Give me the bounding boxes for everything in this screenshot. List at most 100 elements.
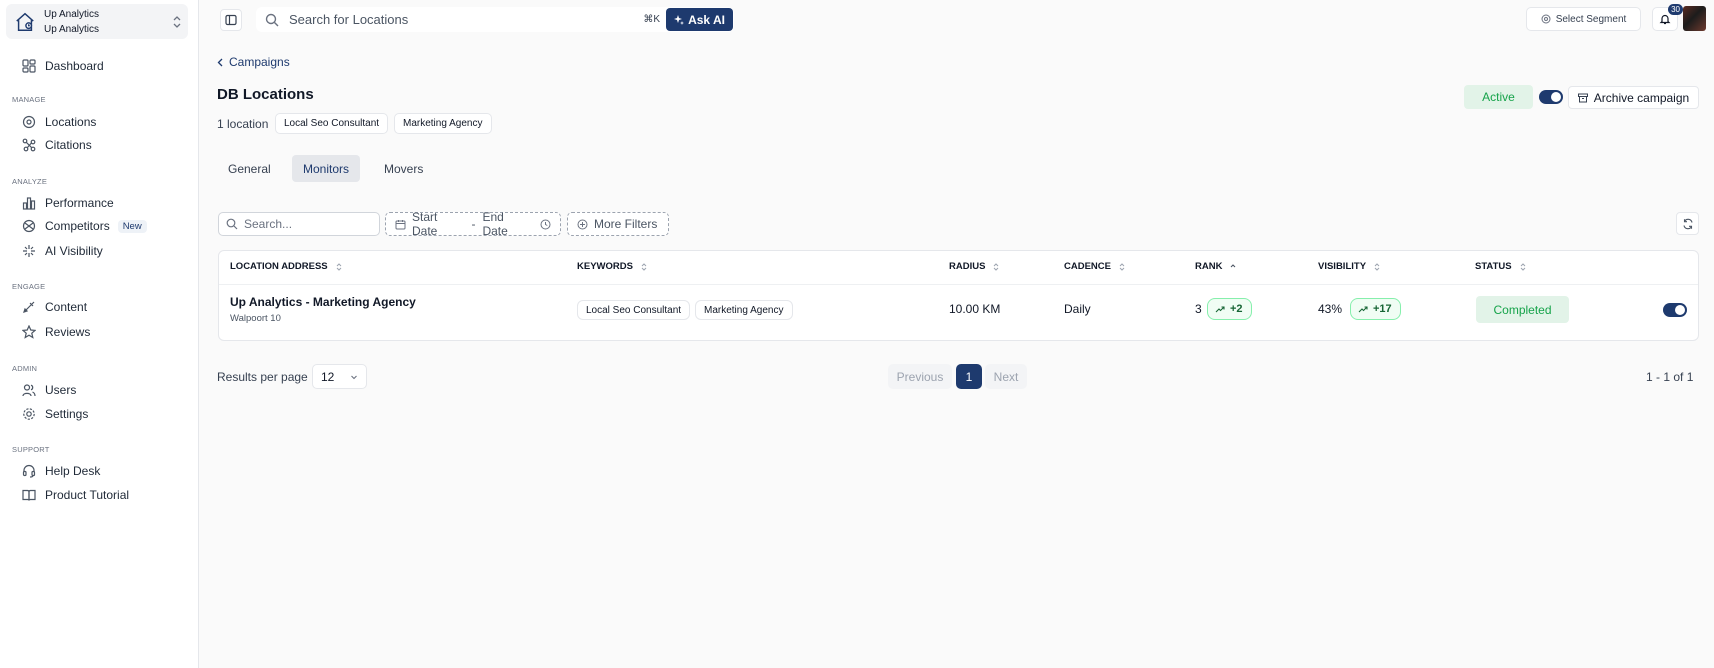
sidebar-item-reviews[interactable]: Reviews xyxy=(22,322,90,342)
tab-movers[interactable]: Movers xyxy=(373,155,434,182)
sidebar-item-settings[interactable]: Settings xyxy=(22,404,88,424)
column-header-status[interactable]: STATUS xyxy=(1475,261,1527,272)
end-date-label: End Date xyxy=(482,210,508,238)
archive-campaign-button[interactable]: Archive campaign xyxy=(1568,86,1699,109)
date-range-filter[interactable]: Start Date - End Date xyxy=(385,210,561,238)
sidebar-toggle-button[interactable] xyxy=(220,9,242,31)
section-support: SUPPORT xyxy=(12,445,50,454)
trending-up-icon xyxy=(1358,304,1368,314)
home-icon xyxy=(14,11,36,33)
sidebar-item-product-tutorial[interactable]: Product Tutorial xyxy=(22,485,129,505)
sort-icon xyxy=(1118,262,1126,272)
plus-circle-icon xyxy=(577,219,588,230)
select-segment-label: Select Segment xyxy=(1555,13,1627,25)
keyword-chip: Marketing Agency xyxy=(394,113,492,134)
sidebar-item-locations[interactable]: Locations xyxy=(22,112,96,132)
sidebar-item-ai-visibility[interactable]: AI Visibility xyxy=(22,241,103,261)
sort-icon xyxy=(992,262,1000,272)
per-page-value: 12 xyxy=(321,369,335,384)
sidebar-item-dashboard[interactable]: Dashboard xyxy=(22,56,104,76)
column-header-cadence[interactable]: CADENCE xyxy=(1064,261,1126,272)
avatar[interactable] xyxy=(1683,6,1706,31)
sidebar-item-label: Help Desk xyxy=(45,464,101,478)
page-button[interactable]: 1 xyxy=(956,364,982,389)
search-placeholder: Search for Locations xyxy=(289,12,409,27)
results-per-page-label: Results per page xyxy=(217,370,308,384)
keyword-chip: Local Seo Consultant xyxy=(577,300,691,320)
sidebar-item-citations[interactable]: Citations xyxy=(22,135,92,155)
citations-icon xyxy=(22,138,36,152)
status-badge: Active xyxy=(1464,85,1533,109)
column-header-location-address[interactable]: LOCATION ADDRESS xyxy=(230,261,343,272)
results-per-page-select[interactable]: 12 xyxy=(312,364,367,389)
section-analyze: ANALYZE xyxy=(12,177,48,186)
monitor-toggle[interactable] xyxy=(1663,303,1687,317)
location-count: 1 location xyxy=(217,117,269,131)
sidebar-item-label: AI Visibility xyxy=(45,244,103,258)
chevron-left-icon xyxy=(216,58,225,67)
sidebar-item-users[interactable]: Users xyxy=(22,380,76,400)
sidebar-item-label: Settings xyxy=(45,407,89,421)
sidebar-item-competitors[interactable]: Competitors New xyxy=(22,216,147,236)
archive-icon xyxy=(1577,93,1588,103)
previous-page-button[interactable]: Previous xyxy=(888,364,952,389)
headset-icon xyxy=(22,464,36,478)
org-switcher[interactable]: Up Analytics Up Analytics xyxy=(6,4,188,39)
monitors-table: LOCATION ADDRESS KEYWORDS RADIUS CADENCE… xyxy=(218,250,1699,341)
column-header-rank[interactable]: RANK xyxy=(1195,261,1237,272)
date-separator: - xyxy=(471,217,476,231)
sidebar-item-content[interactable]: Content xyxy=(22,297,87,317)
sidebar-item-label: Locations xyxy=(45,115,97,129)
bar-chart-icon xyxy=(22,196,36,210)
sparkles-icon xyxy=(22,244,36,258)
content-icon xyxy=(22,300,36,314)
notifications-button[interactable]: 30 xyxy=(1652,4,1683,31)
page-title: DB Locations xyxy=(217,86,314,103)
sidebar-item-label: Reviews xyxy=(45,325,91,339)
next-page-button[interactable]: Next xyxy=(985,364,1027,389)
sidebar-item-label: Citations xyxy=(45,138,92,152)
column-header-label: CADENCE xyxy=(1064,261,1111,272)
select-segment-button[interactable]: Select Segment xyxy=(1526,7,1641,31)
chevron-down-icon xyxy=(350,373,358,381)
more-filters-button[interactable]: More Filters xyxy=(567,212,669,236)
column-header-keywords[interactable]: KEYWORDS xyxy=(577,261,648,272)
more-filters-label: More Filters xyxy=(594,217,658,231)
sort-icon xyxy=(1373,262,1381,272)
back-to-campaigns-link[interactable]: Campaigns xyxy=(216,55,290,69)
locations-icon xyxy=(22,115,36,129)
column-header-radius[interactable]: RADIUS xyxy=(949,261,1000,272)
pagination-range: 1 - 1 of 1 xyxy=(1646,370,1694,384)
tab-general[interactable]: General xyxy=(217,155,282,182)
campaign-active-toggle[interactable] xyxy=(1539,90,1563,104)
sidebar-item-help-desk[interactable]: Help Desk xyxy=(22,461,100,481)
refresh-button[interactable] xyxy=(1676,212,1699,235)
calendar-icon xyxy=(395,219,406,230)
global-search-input[interactable]: Search for Locations ⌘K Ask AI xyxy=(256,7,734,32)
sort-icon xyxy=(335,262,343,272)
tab-monitors[interactable]: Monitors xyxy=(292,155,361,182)
radius-value: 10.00 KM xyxy=(949,302,1001,316)
location-address: Walpoort 10 xyxy=(230,313,281,324)
column-header-label: RADIUS xyxy=(949,261,986,272)
ask-ai-button[interactable]: Ask AI xyxy=(666,8,733,31)
sidebar-item-label: Product Tutorial xyxy=(45,488,130,502)
sidebar-item-label: Competitors xyxy=(45,219,110,233)
column-header-visibility[interactable]: VISIBILITY xyxy=(1318,261,1381,272)
sort-ascending-icon xyxy=(1229,262,1237,272)
book-icon xyxy=(22,488,36,502)
sidebar-item-label: Performance xyxy=(45,196,114,210)
org-name: Up Analytics xyxy=(44,8,100,20)
topbar: Search for Locations ⌘K Ask AI Select Se… xyxy=(200,0,1714,38)
sidebar-item-performance[interactable]: Performance xyxy=(22,193,114,213)
sidebar: Up Analytics Up Analytics Dashboard MANA… xyxy=(0,0,199,668)
trending-up-icon xyxy=(1215,304,1225,314)
refresh-icon xyxy=(1682,218,1694,230)
keyword-chip: Local Seo Consultant xyxy=(275,113,389,134)
back-link-label: Campaigns xyxy=(229,55,290,69)
search-icon xyxy=(265,13,279,27)
status-badge: Completed xyxy=(1476,296,1569,323)
search-icon xyxy=(226,218,238,230)
table-search-input[interactable]: Search... xyxy=(218,212,380,236)
gear-icon xyxy=(22,407,36,421)
